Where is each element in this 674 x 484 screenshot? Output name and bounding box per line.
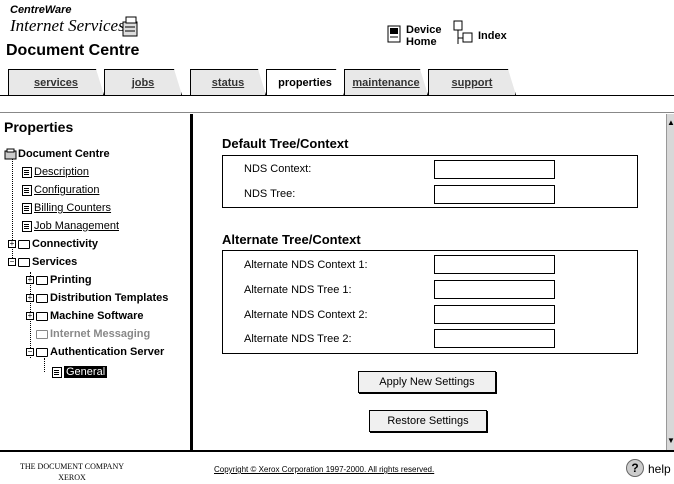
sidebar-item-label: General (64, 366, 108, 378)
sidebar-item-label: Services (32, 256, 78, 268)
expand-icon[interactable]: + (26, 276, 34, 284)
sidebar-item-label: Internet Messaging (50, 328, 151, 340)
help-link[interactable]: help (648, 462, 671, 476)
sidebar-item-label: Billing Counters (34, 202, 112, 214)
document-icon (22, 220, 32, 232)
device-home-link[interactable]: Device Home (406, 24, 441, 48)
tab-bar-line (0, 95, 674, 96)
default-section-title: Default Tree/Context (222, 136, 349, 151)
folder-icon (36, 311, 48, 321)
sidebar-item-label: Authentication Server (50, 346, 165, 358)
brand-line1: CentreWare (10, 4, 72, 16)
sidebar-item-label: Configuration (34, 184, 100, 196)
tab-jobs[interactable]: jobs (104, 69, 182, 95)
folder-icon (36, 293, 48, 303)
device-home-label-1: Device (406, 24, 442, 36)
header-divider (0, 112, 674, 113)
index-link[interactable]: Index (478, 30, 507, 42)
copyright-link[interactable]: Copyright © Xerox Corporation 1997-2000.… (214, 465, 434, 474)
folder-open-icon (36, 347, 48, 357)
sidebar-item-description[interactable]: Description (22, 166, 89, 178)
alternate-nds-context-1-label: Alternate NDS Context 1: (244, 259, 368, 271)
sidebar-item-label: Machine Software (50, 310, 144, 322)
index-icon[interactable] (452, 20, 474, 48)
tab-services[interactable]: services (8, 69, 104, 95)
footer-divider (0, 450, 674, 452)
apply-new-settings-button[interactable]: Apply New Settings (358, 371, 496, 393)
sidebar-item-internet-messaging[interactable]: Internet Messaging (36, 328, 150, 340)
alternate-section-title: Alternate Tree/Context (222, 232, 361, 247)
expand-icon[interactable]: + (26, 312, 34, 320)
alternate-nds-tree-2-label: Alternate NDS Tree 2: (244, 333, 352, 345)
document-centre-icon (122, 16, 138, 37)
sidebar-item-services[interactable]: − Services (8, 256, 77, 268)
sidebar-item-label: Connectivity (32, 238, 99, 250)
scroll-down-icon[interactable]: ▼ (667, 436, 674, 445)
company-logo: The Document Company XEROX (20, 461, 124, 483)
sidebar-item-printing[interactable]: + Printing (26, 274, 92, 286)
expand-icon[interactable]: + (26, 294, 34, 302)
collapse-icon[interactable]: − (26, 348, 34, 356)
tree-root-label: Document Centre (18, 148, 110, 160)
expand-icon[interactable]: + (8, 240, 16, 248)
brand-line2: Internet Services (10, 16, 125, 35)
nds-tree-label: NDS Tree: (244, 188, 296, 200)
xerox-logo: XEROX (58, 473, 86, 482)
sidebar-item-machine-software[interactable]: + Machine Software (26, 310, 144, 322)
restore-settings-button[interactable]: Restore Settings (369, 410, 487, 432)
alternate-nds-context-2-input[interactable] (434, 305, 555, 324)
device-home-icon[interactable] (386, 24, 404, 44)
folder-icon (18, 239, 30, 249)
nds-context-input[interactable] (434, 160, 555, 179)
document-centre-tree-icon (4, 148, 17, 160)
collapse-icon[interactable]: − (8, 258, 16, 266)
nds-context-label: NDS Context: (244, 163, 312, 175)
help-icon[interactable]: ? (626, 459, 644, 477)
alternate-nds-context-2-label: Alternate NDS Context 2: (244, 309, 368, 321)
nds-tree-input[interactable] (434, 185, 555, 204)
sidebar-title: Properties (4, 119, 74, 135)
sidebar-item-label: Printing (50, 274, 92, 286)
sidebar-item-configuration[interactable]: Configuration (22, 184, 99, 196)
document-icon (22, 202, 32, 214)
sidebar-item-label: Job Management (34, 220, 119, 232)
sidebar-item-job-management[interactable]: Job Management (22, 220, 119, 232)
folder-icon (36, 275, 48, 285)
tree-line (44, 358, 45, 372)
device-home-label-2: Home (406, 36, 437, 48)
alternate-nds-tree-1-input[interactable] (434, 280, 555, 299)
scroll-up-icon[interactable]: ▲ (667, 118, 674, 127)
sidebar-item-label: Distribution Templates (50, 292, 169, 304)
tab-properties[interactable]: properties (266, 69, 344, 96)
tab-support[interactable]: support (428, 69, 516, 95)
sidebar-item-label: Description (34, 166, 90, 178)
alternate-nds-context-1-input[interactable] (434, 255, 555, 274)
header: CentreWare Internet Services Document Ce… (0, 0, 674, 96)
document-icon (22, 184, 32, 196)
sidebar-item-connectivity[interactable]: + Connectivity (8, 238, 98, 250)
app-title: Document Centre (6, 42, 140, 59)
company-name: The Document Company (20, 462, 125, 471)
sidebar-item-general[interactable]: General (52, 366, 108, 378)
alternate-nds-tree-1-label: Alternate NDS Tree 1: (244, 284, 352, 296)
document-icon (52, 366, 62, 378)
sidebar-item-distribution-templates[interactable]: + Distribution Templates (26, 292, 168, 304)
tab-maintenance[interactable]: maintenance (344, 69, 428, 95)
sidebar-item-authentication-server[interactable]: − Authentication Server (26, 346, 164, 358)
sidebar-item-billing-counters[interactable]: Billing Counters (22, 202, 111, 214)
folder-icon (36, 329, 48, 339)
alternate-nds-tree-2-input[interactable] (434, 329, 555, 348)
scrollbar[interactable] (666, 114, 674, 450)
document-icon (22, 166, 32, 178)
folder-icon (18, 257, 30, 267)
tree-root-document-centre[interactable]: Document Centre (4, 148, 110, 160)
tab-status[interactable]: status (190, 69, 266, 95)
